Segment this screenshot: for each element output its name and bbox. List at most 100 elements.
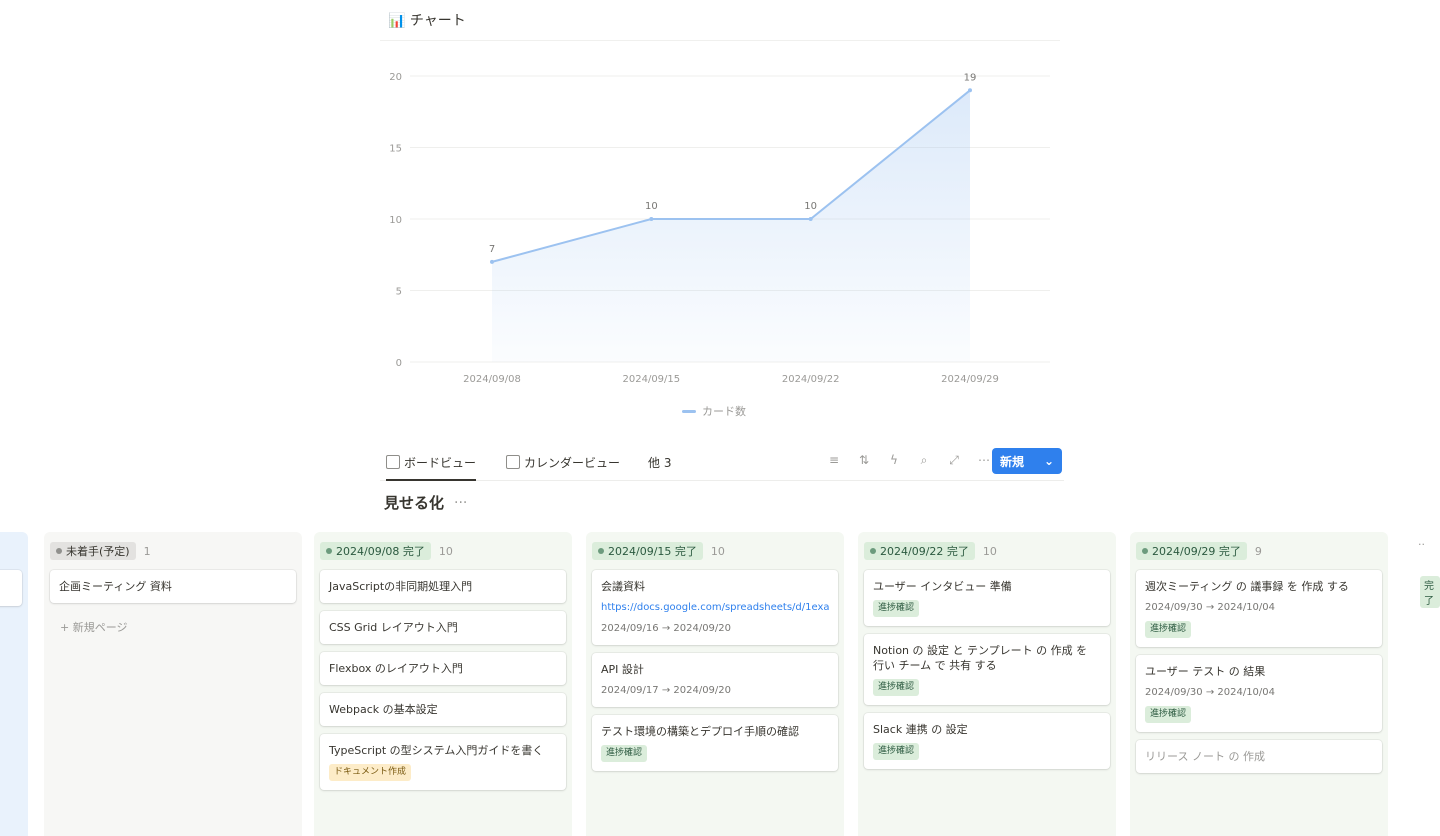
more-icon[interactable]: ⋯ [978,453,990,468]
card-title: 会議資料 [601,580,645,593]
status-dot [598,548,604,554]
status-dot [870,548,876,554]
card[interactable]: Webpack の基本設定 [320,693,566,726]
tab-label: 他 3 [648,455,672,470]
status-dot [326,548,332,554]
card[interactable]: Notion の 設定 と テンプレート の 作成 を 行い チーム で 共有 … [864,634,1110,705]
data-point [490,259,494,264]
card-title: Notion の 設定 と テンプレート の 作成 を 行い チーム で 共有 … [873,644,1088,672]
tag-badge: 進捗確認 [873,679,920,696]
card[interactable]: リリース ノート の 作成 [1136,740,1382,773]
card[interactable]: Flexbox のレイアウト入門 [320,652,566,685]
view-toolbar: ≡ ⇅ ϟ ⌕ ⤢ ⋯ [828,453,990,468]
lightning-icon[interactable]: ϟ [888,453,900,468]
hidden-column-peek: ·· [1418,538,1425,551]
add-new-page-button[interactable]: + 新規ページ [50,611,296,643]
board-column: 未着手(予定) 1 企画ミーティング 資料 + 新規ページ [44,532,302,836]
card-title: JavaScriptの非同期処理入門 [329,580,473,593]
board-column: 2024/09/08 完了 10 JavaScriptの非同期処理入門 CSS … [314,532,572,836]
card-title: 週次ミーティング の 議事録 を 作成 する [1145,580,1349,593]
card-title: CSS Grid レイアウト入門 [329,621,458,634]
card-title: ユーザー インタビュー 準備 [873,580,1012,593]
column-header: 未着手(予定) 1 [50,538,296,564]
tab-board-view[interactable]: ボードビュー [386,451,477,481]
card-date: 2024/09/30 → 2024/10/04 [1145,687,1276,698]
card[interactable]: 会議資料 https://docs.google.com/spreadsheet… [592,570,838,645]
board-view-icon [386,455,400,469]
column-count: 1 [143,544,151,558]
group-title: 見せる化 [384,494,445,512]
chevron-down-icon[interactable]: ⌄ [1044,454,1054,468]
card-date: 2024/09/16 → 2024/09/20 [601,623,732,634]
status-badge: 2024/09/22 完了 [864,542,975,560]
board-column: 2024/09/29 完了 9 週次ミーティング の 議事録 を 作成 する 2… [1130,532,1388,836]
card[interactable]: ユーザー テスト の 結果 2024/09/30 → 2024/10/04 進捗… [1136,655,1382,732]
card-date: 2024/09/30 → 2024/10/04 [1145,602,1276,613]
new-button-label: 新規 [1000,454,1025,469]
x-tick-label: 2024/09/08 [463,374,521,385]
status-badge: 未着手(予定) [50,542,136,560]
tab-more-views[interactable]: 他 3 [648,451,671,473]
card-title: API 設計 [601,663,644,676]
card-title: Slack 連携 の 設定 [873,723,968,736]
status-dot [1142,548,1148,554]
status-dot [56,548,62,554]
board-view: 未着手(予定) 1 企画ミーティング 資料 + 新規ページ 2024/09/08… [0,532,1440,836]
y-tick-label: 10 [389,215,402,226]
tab-calendar-view[interactable]: カレンダービュー [506,451,620,473]
data-point [968,88,972,93]
card[interactable]: CSS Grid レイアウト入門 [320,611,566,644]
search-icon[interactable]: ⌕ [918,453,930,468]
column-header: 2024/09/29 完了 9 [1136,538,1382,564]
view-bar: ボードビュー カレンダービュー 他 3 ≡ ⇅ ϟ ⌕ ⤢ ⋯ 新規 ⌄ [380,446,1064,481]
sort-icon[interactable]: ⇅ [858,453,870,468]
calendar-icon [506,455,520,469]
tag-badge: 進捗確認 [1145,621,1192,638]
data-label: 19 [964,72,977,83]
card[interactable]: ユーザー インタビュー 準備 進捗確認 [864,570,1110,626]
new-button[interactable]: 新規 ⌄ [992,448,1062,474]
area-chart: 0 5 10 15 20 7 10 10 19 2024/09/08 2024/09/15 2024/… [389,72,1050,385]
column-header: 2024/09/08 完了 10 [320,538,566,564]
tag-badge: 進捗確認 [873,600,920,617]
legend-label: カード数 [702,405,746,418]
more-options-icon[interactable]: ··· [454,495,467,511]
data-label: 7 [489,244,495,255]
board-column: 2024/09/15 完了 10 会議資料 https://docs.googl… [586,532,844,836]
chart-section: 📊 チャート 0 5 10 15 20 7 10 10 19 2024/09/08 2024/09/… [370,0,1070,440]
x-tick-label: 2024/09/15 [623,374,681,385]
card-date: 2024/09/17 → 2024/09/20 [601,685,732,696]
status-badge: 2024/09/08 完了 [320,542,431,560]
data-label: 10 [645,201,658,212]
card[interactable]: TypeScript の型システム入門ガイドを書く ドキュメント作成 [320,734,566,790]
data-point [808,217,813,221]
board-column: 2024/09/22 完了 10 ユーザー インタビュー 準備 進捗確認 Not… [858,532,1116,836]
chart-legend: カード数 [682,403,746,419]
y-tick-label: 15 [389,144,402,155]
column-count: 10 [438,544,453,558]
expand-icon[interactable]: ⤢ [948,453,960,468]
tab-label: ボードビュー [404,455,477,470]
card-title: Flexbox のレイアウト入門 [329,662,463,675]
column-count: 10 [710,544,725,558]
y-tick-label: 20 [389,72,402,83]
status-label: 2024/09/15 完了 [608,545,697,558]
card-link[interactable]: https://docs.google.com/spreadsheets/d/1… [601,600,829,615]
card[interactable]: テスト環境の構築とデプロイ手順の確認 進捗確認 [592,715,838,771]
card[interactable] [0,570,22,606]
card[interactable]: 週次ミーティング の 議事録 を 作成 する 2024/09/30 → 2024… [1136,570,1382,647]
card[interactable]: API 設計 2024/09/17 → 2024/09/20 [592,653,838,707]
tag-badge: 進捗確認 [873,743,920,760]
status-label: 2024/09/08 完了 [336,545,425,558]
status-badge: 2024/09/15 完了 [592,542,703,560]
card[interactable]: Slack 連携 の 設定 進捗確認 [864,713,1110,769]
filter-icon[interactable]: ≡ [828,453,840,468]
x-tick-label: 2024/09/29 [941,374,999,385]
data-point [649,217,654,221]
card[interactable]: 企画ミーティング 資料 [50,570,296,603]
column-count: 10 [982,544,997,558]
column-count: 9 [1254,544,1262,558]
group-header: 見せる化 ··· [384,492,467,513]
card-title: リリース ノート の 作成 [1145,750,1265,763]
card[interactable]: JavaScriptの非同期処理入門 [320,570,566,603]
